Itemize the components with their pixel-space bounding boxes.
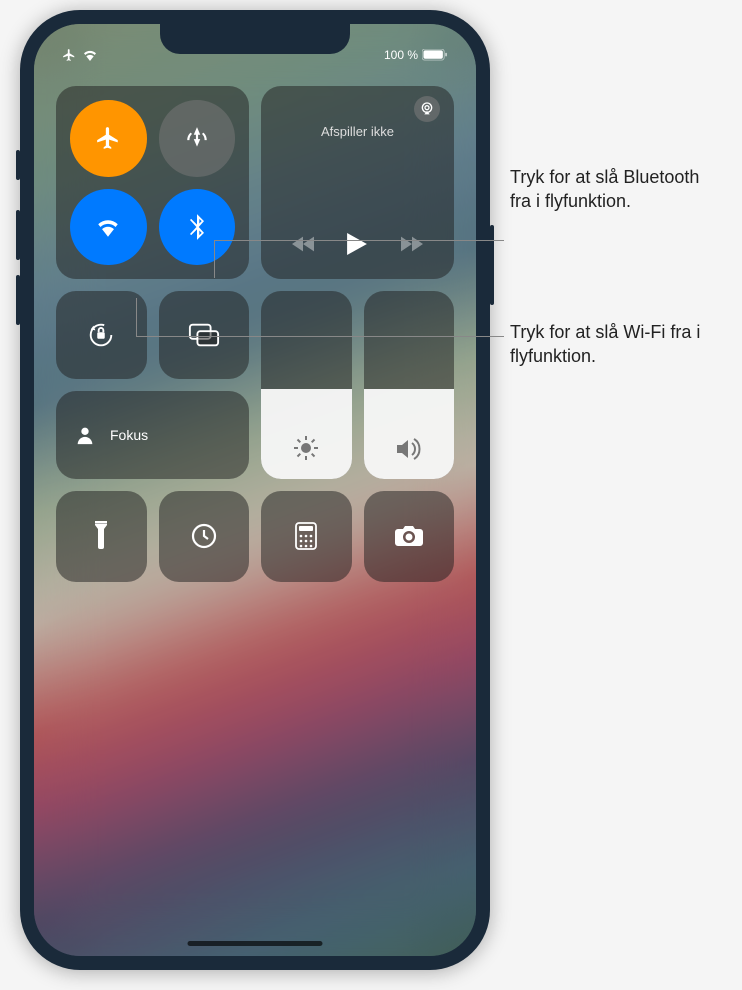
callout-line-wifi [136,336,504,337]
calculator-button[interactable] [261,491,352,582]
status-left [62,48,98,62]
volume-fill [364,389,455,479]
wifi-button[interactable] [70,189,147,266]
callout-line-bluetooth [214,240,504,241]
timer-button[interactable] [159,491,250,582]
callout-vline-wifi [136,298,137,336]
brightness-slider[interactable] [261,291,352,479]
volume-icon [395,437,423,461]
screen-mirroring-button[interactable] [159,291,250,379]
callout-vline-bluetooth [214,240,215,278]
wifi-status-icon [82,49,98,61]
next-track-button[interactable] [401,236,423,252]
airplane-mode-button[interactable] [70,100,147,177]
play-button[interactable] [347,233,367,255]
media-module[interactable]: Afspiller ikke [261,86,454,279]
battery-icon [422,49,448,61]
home-indicator[interactable] [188,941,323,946]
person-icon [74,424,96,446]
connectivity-module[interactable] [56,86,249,279]
airplane-status-icon [62,48,76,62]
controls-row-2: Fokus [56,291,454,479]
focus-button[interactable]: Fokus [56,391,249,479]
callout-bluetooth: Tryk for at slå Bluetooth fra i flyfunkt… [510,165,720,214]
silent-switch [16,150,20,180]
brightness-fill [261,389,352,479]
cellular-data-button[interactable] [159,100,236,177]
phone-frame: 100 % [20,10,490,970]
airplay-button[interactable] [414,96,440,122]
controls-row-3 [56,491,454,582]
status-right: 100 % [384,48,448,62]
rotation-lock-button[interactable] [56,291,147,379]
control-center: Afspiller ikke [56,86,454,582]
camera-button[interactable] [364,491,455,582]
flashlight-button[interactable] [56,491,147,582]
notch [160,24,350,54]
volume-up-button [16,210,20,260]
volume-slider[interactable] [364,291,455,479]
power-button [490,225,494,305]
callout-wifi: Tryk for at slå Wi-Fi fra i flyfunktion. [510,320,720,369]
focus-label: Fokus [110,427,148,443]
previous-track-button[interactable] [292,236,314,252]
battery-percentage: 100 % [384,48,418,62]
bluetooth-button[interactable] [159,189,236,266]
brightness-icon [293,435,319,461]
phone-screen: 100 % [34,24,476,956]
media-controls [275,233,440,255]
media-title: Afspiller ikke [275,124,440,139]
volume-down-button [16,275,20,325]
